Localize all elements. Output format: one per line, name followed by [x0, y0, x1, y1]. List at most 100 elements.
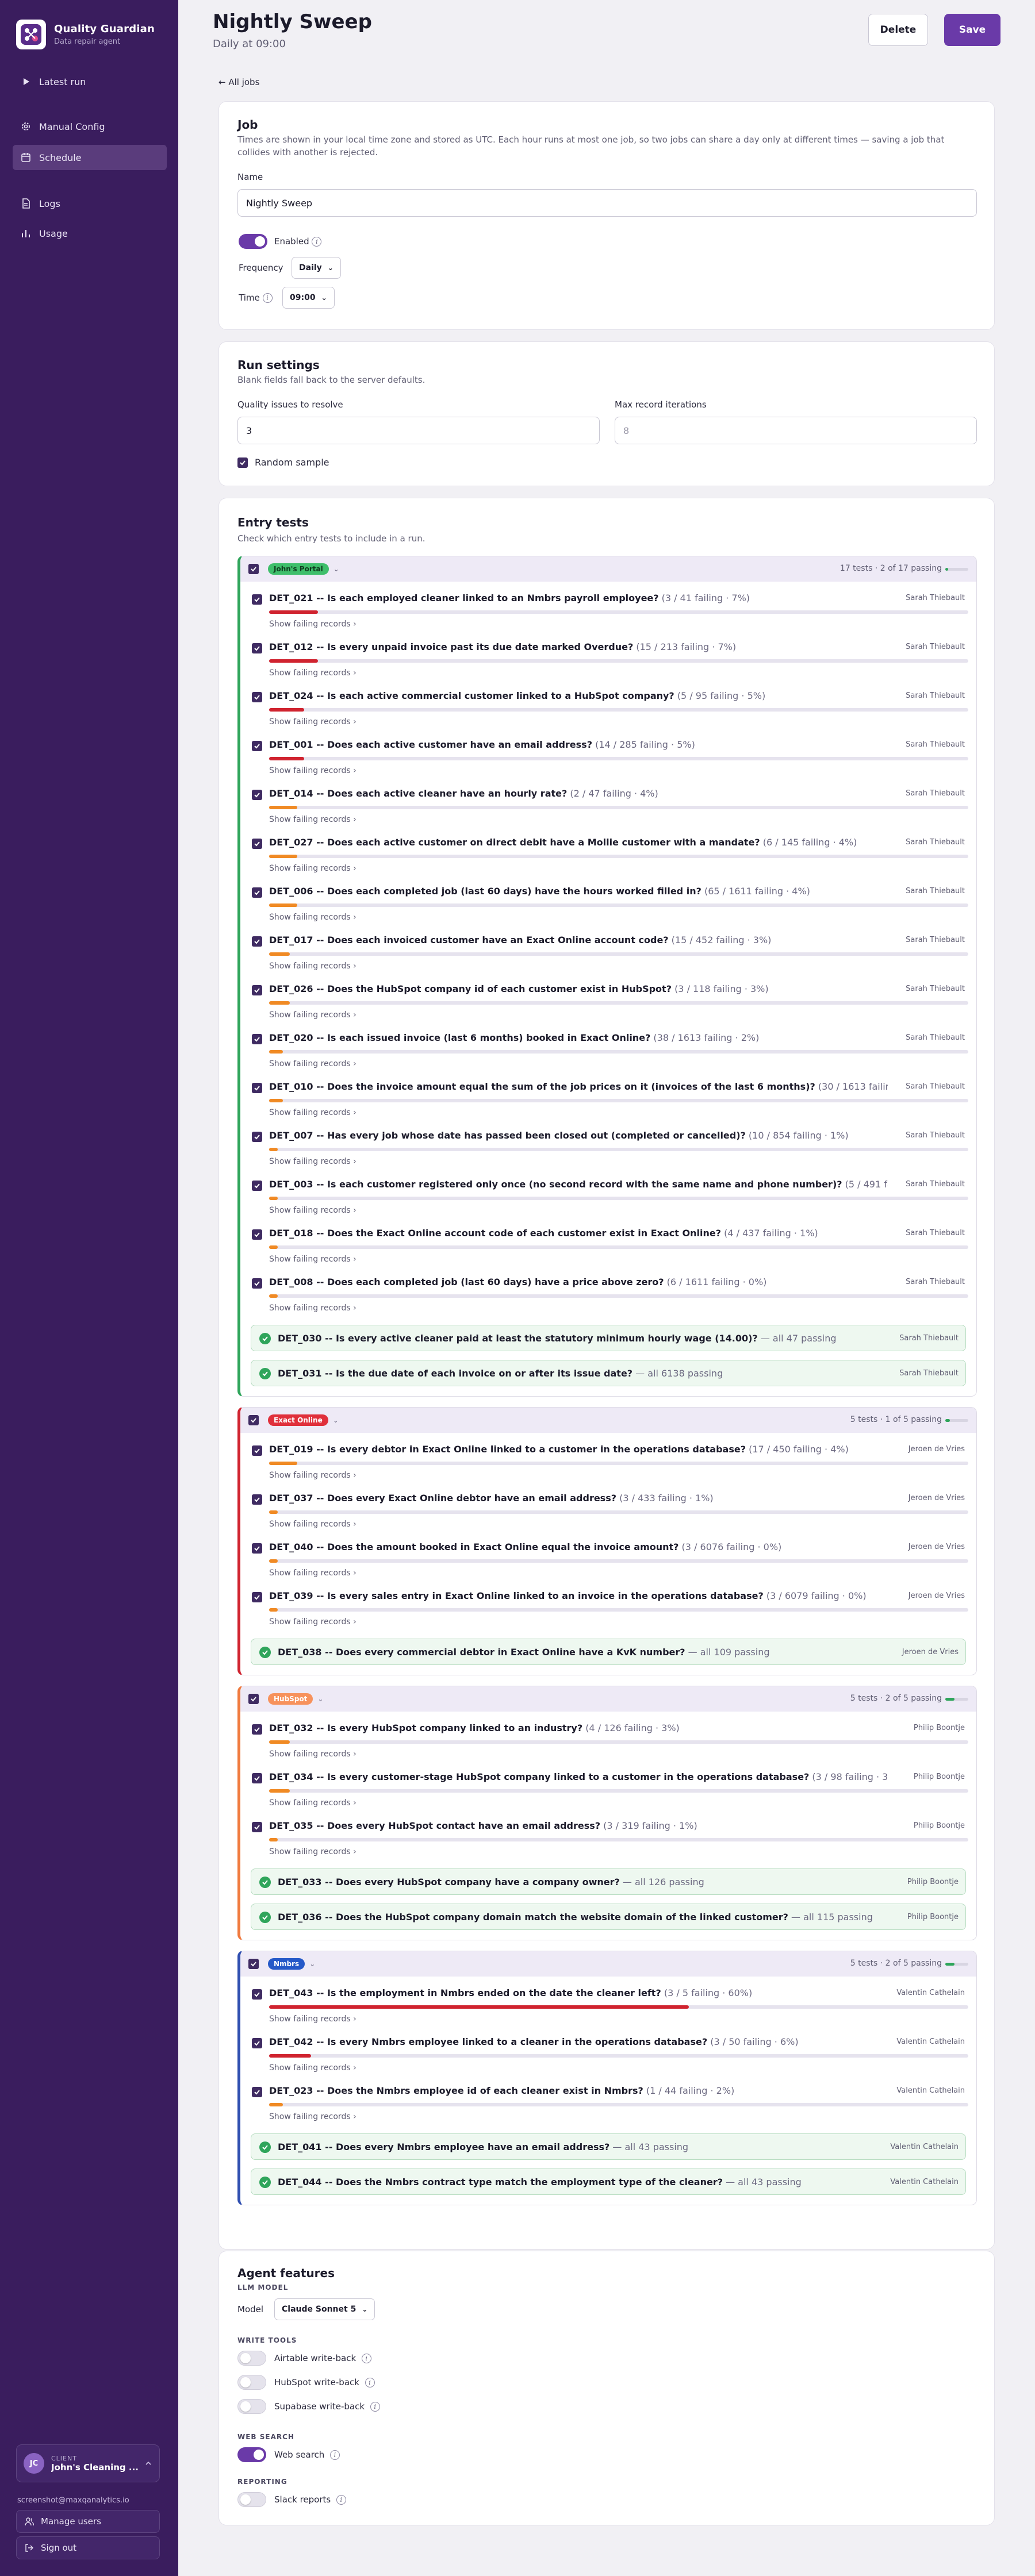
test-checkbox[interactable]	[252, 1132, 262, 1142]
test-checkbox[interactable]	[252, 1543, 262, 1554]
show-failing-records-link[interactable]: Show failing records ›	[269, 766, 356, 775]
test-checkbox[interactable]	[252, 1181, 262, 1191]
show-failing-records-link[interactable]: Show failing records ›	[269, 815, 356, 824]
test-checkbox[interactable]	[252, 741, 262, 751]
chevron-down-icon[interactable]: ⌄	[333, 1416, 339, 1424]
test-checkbox[interactable]	[252, 1494, 262, 1505]
airtable-toggle[interactable]	[237, 2351, 266, 2366]
info-icon[interactable]: i	[312, 237, 322, 247]
show-failing-records-link[interactable]: Show failing records ›	[269, 1059, 356, 1068]
test-owner: Sarah Thiebault	[906, 1180, 965, 1189]
name-input[interactable]: Nightly Sweep	[237, 189, 977, 217]
enabled-toggle[interactable]	[239, 234, 267, 249]
test-row: DET_001 -- Does each active customer hav…	[248, 736, 968, 783]
delete-button[interactable]: Delete	[868, 14, 928, 46]
test-checkbox[interactable]	[252, 985, 262, 995]
show-failing-records-link[interactable]: Show failing records ›	[269, 1520, 356, 1529]
nav-usage[interactable]: Usage	[13, 221, 167, 246]
failing-progress-bar	[269, 1559, 968, 1563]
show-failing-records-link[interactable]: Show failing records ›	[269, 2063, 356, 2073]
info-icon[interactable]: i	[336, 2494, 346, 2505]
show-failing-records-link[interactable]: Show failing records ›	[269, 1568, 356, 1578]
time-select[interactable]: 09:00 ⌄	[282, 287, 335, 309]
show-failing-records-link[interactable]: Show failing records ›	[269, 864, 356, 873]
test-checkbox[interactable]	[252, 594, 262, 605]
hubspot-toggle[interactable]	[237, 2375, 266, 2390]
chevron-down-icon[interactable]: ⌄	[309, 1960, 315, 1968]
show-failing-records-link[interactable]: Show failing records ›	[269, 1750, 356, 1759]
info-icon[interactable]: i	[361, 2353, 371, 2363]
group-checkbox[interactable]	[248, 564, 259, 574]
slack-toggle[interactable]	[237, 2492, 266, 2507]
group-checkbox[interactable]	[248, 1959, 259, 1969]
test-checkbox[interactable]	[252, 2038, 262, 2048]
test-group-header[interactable]: Exact Online ⌄ 5 tests · 1 of 5 passing	[240, 1408, 976, 1433]
test-checkbox[interactable]	[252, 1592, 262, 1602]
test-checkbox[interactable]	[252, 1773, 262, 1783]
show-failing-records-link[interactable]: Show failing records ›	[269, 1304, 356, 1313]
test-checkbox[interactable]	[252, 1034, 262, 1044]
test-owner: Sarah Thiebault	[906, 1033, 965, 1042]
show-failing-records-link[interactable]: Show failing records ›	[269, 1798, 356, 1808]
info-icon[interactable]: i	[262, 293, 273, 303]
web-search-toggle[interactable]	[237, 2447, 266, 2462]
show-failing-records-link[interactable]: Show failing records ›	[269, 913, 356, 922]
frequency-select[interactable]: Daily ⌄	[292, 257, 341, 279]
issues-input[interactable]: 3	[237, 417, 600, 444]
nav-latest-run[interactable]: Latest run	[13, 69, 167, 94]
show-failing-records-link[interactable]: Show failing records ›	[269, 668, 356, 678]
test-checkbox[interactable]	[252, 1822, 262, 1832]
show-failing-records-link[interactable]: Show failing records ›	[269, 962, 356, 971]
test-checkbox[interactable]	[252, 1989, 262, 2000]
info-icon[interactable]: i	[329, 2450, 340, 2460]
manage-users-button[interactable]: Manage users	[16, 2510, 160, 2533]
test-checkbox[interactable]	[252, 1278, 262, 1289]
test-checkbox[interactable]	[252, 643, 262, 653]
show-failing-records-link[interactable]: Show failing records ›	[269, 1255, 356, 1264]
model-select[interactable]: Claude Sonnet 5 ⌄	[274, 2298, 375, 2320]
group-checkbox[interactable]	[248, 1415, 259, 1425]
test-checkbox[interactable]	[252, 1445, 262, 1456]
test-checkbox[interactable]	[252, 839, 262, 849]
show-failing-records-link[interactable]: Show failing records ›	[269, 2112, 356, 2121]
info-icon[interactable]: i	[370, 2401, 380, 2412]
client-switcher[interactable]: JC CLIENT John's Cleaning ...	[16, 2444, 160, 2482]
random-sample-row[interactable]: Random sample	[237, 457, 329, 468]
chevron-down-icon[interactable]: ⌄	[317, 1695, 323, 1703]
back-link[interactable]: ← All jobs	[218, 77, 259, 87]
test-checkbox[interactable]	[252, 790, 262, 800]
show-failing-records-link[interactable]: Show failing records ›	[269, 1157, 356, 1166]
chevron-down-icon[interactable]: ⌄	[334, 565, 339, 573]
show-failing-records-link[interactable]: Show failing records ›	[269, 2014, 356, 2024]
save-button[interactable]: Save	[944, 14, 1000, 46]
test-checkbox[interactable]	[252, 887, 262, 898]
show-failing-records-link[interactable]: Show failing records ›	[269, 1108, 356, 1117]
show-failing-records-link[interactable]: Show failing records ›	[269, 620, 356, 629]
show-failing-records-link[interactable]: Show failing records ›	[269, 1206, 356, 1215]
info-icon[interactable]: i	[365, 2377, 375, 2387]
sign-out-button[interactable]: Sign out	[16, 2536, 160, 2559]
show-failing-records-link[interactable]: Show failing records ›	[269, 1847, 356, 1856]
test-checkbox[interactable]	[252, 936, 262, 947]
failing-progress-fill	[269, 1099, 283, 1102]
show-failing-records-link[interactable]: Show failing records ›	[269, 1617, 356, 1627]
iterations-input[interactable]: 8	[615, 417, 977, 444]
show-failing-records-link[interactable]: Show failing records ›	[269, 717, 356, 726]
test-checkbox[interactable]	[252, 1724, 262, 1735]
show-failing-records-link[interactable]: Show failing records ›	[269, 1471, 356, 1480]
test-checkbox[interactable]	[252, 2087, 262, 2097]
group-checkbox[interactable]	[248, 1694, 259, 1704]
test-question: Is every active cleaner paid at least th…	[335, 1333, 758, 1344]
test-checkbox[interactable]	[252, 692, 262, 702]
supabase-toggle[interactable]	[237, 2399, 266, 2414]
nav-manual-config[interactable]: Manual Config	[13, 114, 167, 139]
test-checkbox[interactable]	[252, 1083, 262, 1093]
test-group-header[interactable]: Nmbrs ⌄ 5 tests · 2 of 5 passing	[240, 1951, 976, 1977]
test-group-header[interactable]: HubSpot ⌄ 5 tests · 2 of 5 passing	[240, 1686, 976, 1712]
test-group-header[interactable]: John's Portal ⌄ 17 tests · 2 of 17 passing	[240, 556, 976, 582]
nav-schedule[interactable]: Schedule	[13, 145, 167, 170]
random-sample-checkbox[interactable]	[237, 457, 248, 468]
test-checkbox[interactable]	[252, 1229, 262, 1240]
nav-logs[interactable]: Logs	[13, 191, 167, 216]
show-failing-records-link[interactable]: Show failing records ›	[269, 1010, 356, 1020]
